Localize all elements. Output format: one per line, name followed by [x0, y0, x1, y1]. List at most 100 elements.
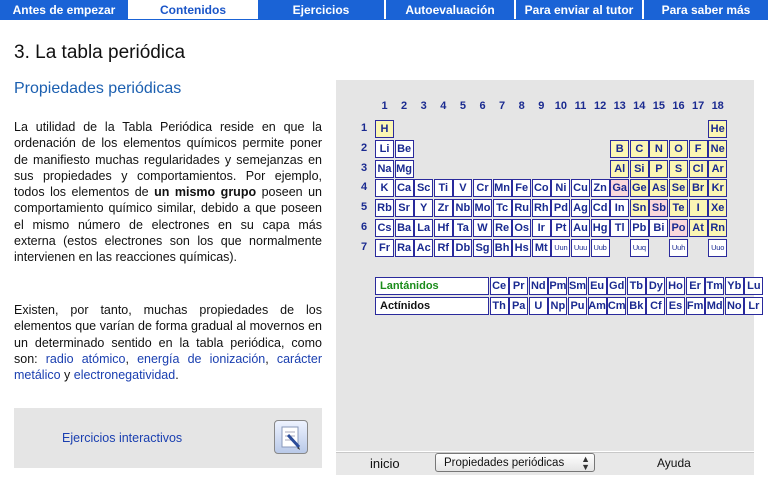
element-ni[interactable]: Ni	[551, 179, 571, 198]
element-bk[interactable]: Bk	[626, 297, 646, 315]
element-ag[interactable]: Ag	[571, 199, 590, 218]
element-pb[interactable]: Pb	[629, 219, 649, 237]
element-n[interactable]: N	[649, 139, 669, 158]
element-ce[interactable]: Ce	[489, 277, 509, 295]
element-er[interactable]: Er	[685, 277, 705, 295]
element-es[interactable]: Es	[666, 297, 685, 315]
pencil-paper-icon[interactable]	[274, 420, 308, 454]
element-pu[interactable]: Pu	[568, 297, 587, 315]
element-sr[interactable]: Sr	[394, 199, 414, 218]
element-he[interactable]: He	[708, 120, 728, 138]
element-rn[interactable]: Rn	[708, 219, 728, 237]
element-in[interactable]: In	[610, 199, 630, 218]
element-tm[interactable]: Tm	[705, 277, 725, 295]
element-cm[interactable]: Cm	[607, 297, 627, 315]
element-mn[interactable]: Mn	[492, 179, 512, 198]
element-pa[interactable]: Pa	[509, 297, 529, 315]
link-energia-ionizacion[interactable]: energía de ionización	[137, 352, 265, 366]
element-tl[interactable]: Tl	[610, 219, 630, 237]
element-au[interactable]: Au	[571, 219, 590, 237]
tab-para-enviar-al-tutor[interactable]: Para enviar al tutor	[516, 0, 642, 19]
element-co[interactable]: Co	[531, 179, 551, 198]
tab-antes-de-empezar[interactable]: Antes de empezar	[0, 0, 128, 19]
element-as[interactable]: As	[649, 179, 669, 198]
element-cf[interactable]: Cf	[646, 297, 666, 315]
element-al[interactable]: Al	[610, 159, 630, 178]
element-th[interactable]: Th	[489, 297, 509, 315]
element-kr[interactable]: Kr	[708, 179, 728, 198]
element-hf[interactable]: Hf	[433, 219, 453, 237]
element-nd[interactable]: Nd	[528, 277, 548, 295]
element-ru[interactable]: Ru	[512, 199, 532, 218]
element-lr[interactable]: Lr	[744, 297, 764, 315]
element-p[interactable]: P	[649, 159, 669, 178]
element-am[interactable]: Am	[587, 297, 607, 315]
element-f[interactable]: F	[688, 139, 708, 158]
element-zn[interactable]: Zn	[590, 179, 610, 198]
element-cd[interactable]: Cd	[590, 199, 610, 218]
element-sc[interactable]: Sc	[414, 179, 434, 198]
element-li[interactable]: Li	[375, 139, 394, 158]
element-h[interactable]: H	[375, 120, 394, 138]
element-te[interactable]: Te	[669, 199, 688, 218]
element-mg[interactable]: Mg	[394, 159, 414, 178]
element-w[interactable]: W	[473, 219, 492, 237]
element-b[interactable]: B	[610, 139, 630, 158]
element-v[interactable]: V	[453, 179, 473, 198]
tab-ejercicios[interactable]: Ejercicios	[258, 0, 384, 19]
element-o[interactable]: O	[669, 139, 688, 158]
element-hs[interactable]: Hs	[512, 238, 532, 257]
tab-para-saber-mas[interactable]: Para saber más	[644, 0, 768, 19]
element-no[interactable]: No	[724, 297, 744, 315]
element-cs[interactable]: Cs	[375, 219, 394, 237]
element-sm[interactable]: Sm	[568, 277, 587, 295]
element-rh[interactable]: Rh	[531, 199, 551, 218]
element-ac[interactable]: Ac	[414, 238, 434, 257]
element-ho[interactable]: Ho	[666, 277, 685, 295]
element-ir[interactable]: Ir	[531, 219, 551, 237]
inicio-button[interactable]: inicio	[370, 456, 400, 471]
element-uuq[interactable]: Uuq	[629, 238, 649, 257]
element-sb[interactable]: Sb	[649, 199, 669, 218]
element-pt[interactable]: Pt	[551, 219, 571, 237]
element-uuo[interactable]: Uuo	[708, 238, 728, 257]
element-fr[interactable]: Fr	[375, 238, 394, 257]
element-be[interactable]: Be	[394, 139, 414, 158]
element-tc[interactable]: Tc	[492, 199, 512, 218]
element-bh[interactable]: Bh	[492, 238, 512, 257]
element-uuu[interactable]: Uuu	[571, 238, 590, 257]
exercises-link[interactable]: Ejercicios interactivos	[62, 431, 182, 445]
link-electronegatividad[interactable]: electronegatividad	[74, 368, 175, 382]
ayuda-button[interactable]: Ayuda	[657, 456, 691, 470]
element-uuh[interactable]: Uuh	[669, 238, 688, 257]
element-po[interactable]: Po	[669, 219, 688, 237]
element-u[interactable]: U	[528, 297, 548, 315]
element-pm[interactable]: Pm	[548, 277, 568, 295]
element-ca[interactable]: Ca	[394, 179, 414, 198]
element-np[interactable]: Np	[548, 297, 568, 315]
element-s[interactable]: S	[669, 159, 688, 178]
element-uub[interactable]: Uub	[590, 238, 610, 257]
element-ti[interactable]: Ti	[433, 179, 453, 198]
element-cl[interactable]: Cl	[688, 159, 708, 178]
element-eu[interactable]: Eu	[587, 277, 607, 295]
element-k[interactable]: K	[375, 179, 394, 198]
element-nb[interactable]: Nb	[453, 199, 473, 218]
element-ge[interactable]: Ge	[629, 179, 649, 198]
element-cu[interactable]: Cu	[571, 179, 590, 198]
element-rb[interactable]: Rb	[375, 199, 394, 218]
element-ta[interactable]: Ta	[453, 219, 473, 237]
element-mt[interactable]: Mt	[531, 238, 551, 257]
element-ar[interactable]: Ar	[708, 159, 728, 178]
element-tb[interactable]: Tb	[626, 277, 646, 295]
element-dy[interactable]: Dy	[646, 277, 666, 295]
element-rf[interactable]: Rf	[433, 238, 453, 257]
element-c[interactable]: C	[629, 139, 649, 158]
element-fm[interactable]: Fm	[685, 297, 705, 315]
element-fe[interactable]: Fe	[512, 179, 532, 198]
element-yb[interactable]: Yb	[724, 277, 744, 295]
element-lu[interactable]: Lu	[744, 277, 764, 295]
tab-autoevaluacion[interactable]: Autoevaluación	[386, 0, 514, 19]
element-ba[interactable]: Ba	[394, 219, 414, 237]
element-hg[interactable]: Hg	[590, 219, 610, 237]
